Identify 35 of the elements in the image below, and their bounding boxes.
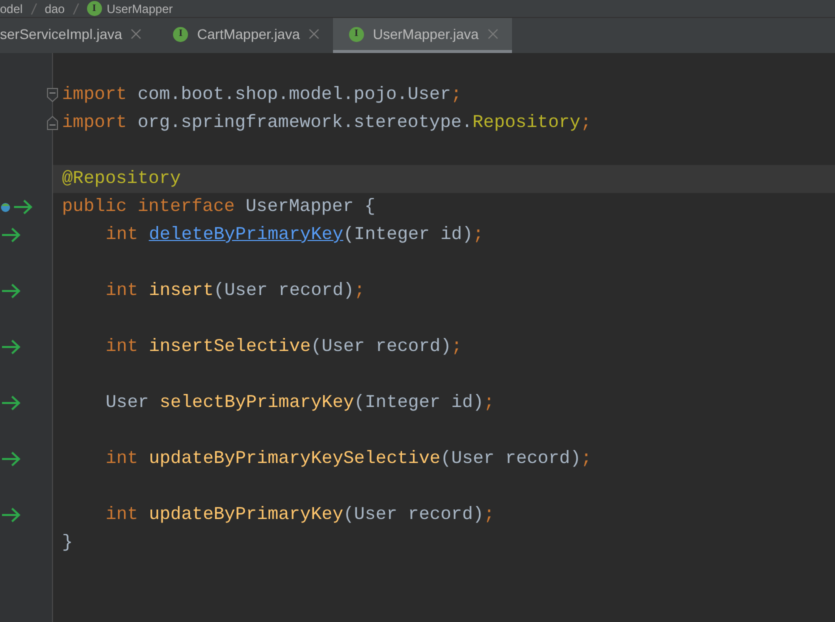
file-badge: I [348,26,364,42]
file-badge: I [173,26,188,42]
code-line: int insertSelective(User record); [106,336,462,359]
separator-icon [30,2,37,14]
separator-icon [72,2,79,14]
file-badge: I [86,1,102,16]
right-arrow-icon[interactable] [1,451,21,467]
editor-tab[interactable]: I UserMapper.java [332,18,512,53]
editor-tab[interactable]: I CartMapper.java [157,18,333,53]
breadcrumb-item[interactable]: dao [44,2,65,14]
code-line: int updateByPrimaryKey(User record); [106,504,494,527]
code-line: int insert(User record); [106,280,365,303]
editor-tab[interactable]: serServiceImpl.java [0,18,158,53]
code-line: User selectByPrimaryKey(Integer id); [106,392,494,415]
breadcrumb-item[interactable]: odel [0,2,23,14]
code-line: int deleteByPrimaryKey(Integer id); [106,224,484,247]
fold-marker-icon[interactable] [47,116,58,130]
close-icon[interactable] [131,29,142,39]
code-line: } [62,532,73,555]
code-line: @Repository [62,168,181,191]
right-arrow-icon[interactable] [1,507,21,523]
right-arrow-icon[interactable] [13,199,33,215]
right-arrow-icon[interactable] [1,395,21,411]
code-line: public interface UserMapper { [62,196,376,219]
breadcrumb-item[interactable]: I UserMapper [86,1,173,16]
code-line: import org.springframework.stereotype.Repository; [62,112,592,135]
code-line: import com.boot.shop.model.pojo.User; [62,84,462,107]
right-arrow-icon[interactable] [1,339,21,355]
circle-badge-icon[interactable] [1,202,10,212]
close-icon[interactable] [308,29,319,39]
right-arrow-icon[interactable] [1,227,21,243]
fold-marker-icon[interactable] [47,88,58,102]
code-line: int updateByPrimaryKeySelective(User record); [106,448,592,471]
code-link[interactable]: deleteByPrimaryKey [148,225,344,245]
right-arrow-icon[interactable] [1,283,21,299]
